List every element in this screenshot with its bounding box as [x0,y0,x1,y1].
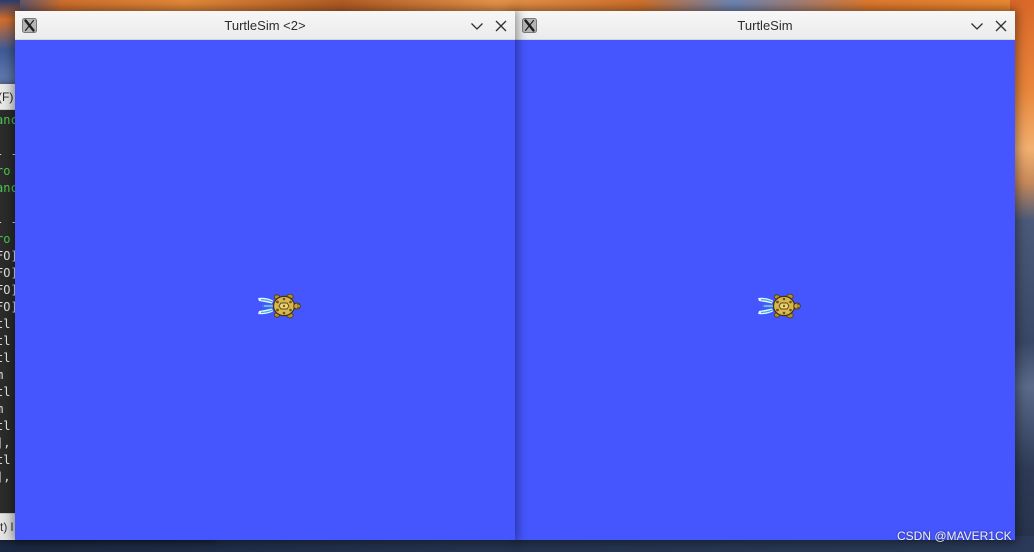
window-title: TurtleSim [737,18,793,33]
turtle-icon [758,293,801,319]
turtle [257,291,301,321]
x11-icon[interactable] [522,18,537,33]
window-titlebar[interactable]: TurtleSim <2> [15,11,515,40]
close-icon[interactable] [494,19,508,33]
turtle-rear-flippers [258,297,274,315]
turtlesim-canvas [515,40,1015,540]
window-titlebar[interactable]: TurtleSim [515,11,1015,40]
turtle-head [293,302,301,310]
turtle-shell [272,295,296,317]
chevron-down-icon[interactable] [470,19,484,33]
turtlesim-window-2[interactable]: TurtleSim <2> [15,11,515,540]
x11-icon[interactable] [22,18,37,33]
turtle-icon [258,293,301,319]
turtle-head [793,302,801,310]
turtlesim-window[interactable]: TurtleSim [515,11,1015,540]
turtlesim-canvas [15,40,515,540]
chevron-down-icon[interactable] [970,19,984,33]
turtle [757,291,801,321]
turtle-shell [772,295,796,317]
window-title: TurtleSim <2> [224,18,306,33]
close-icon[interactable] [994,19,1008,33]
watermark-text: CSDN @MAVER1CK [897,529,1012,543]
turtle-rear-flippers [758,297,774,315]
